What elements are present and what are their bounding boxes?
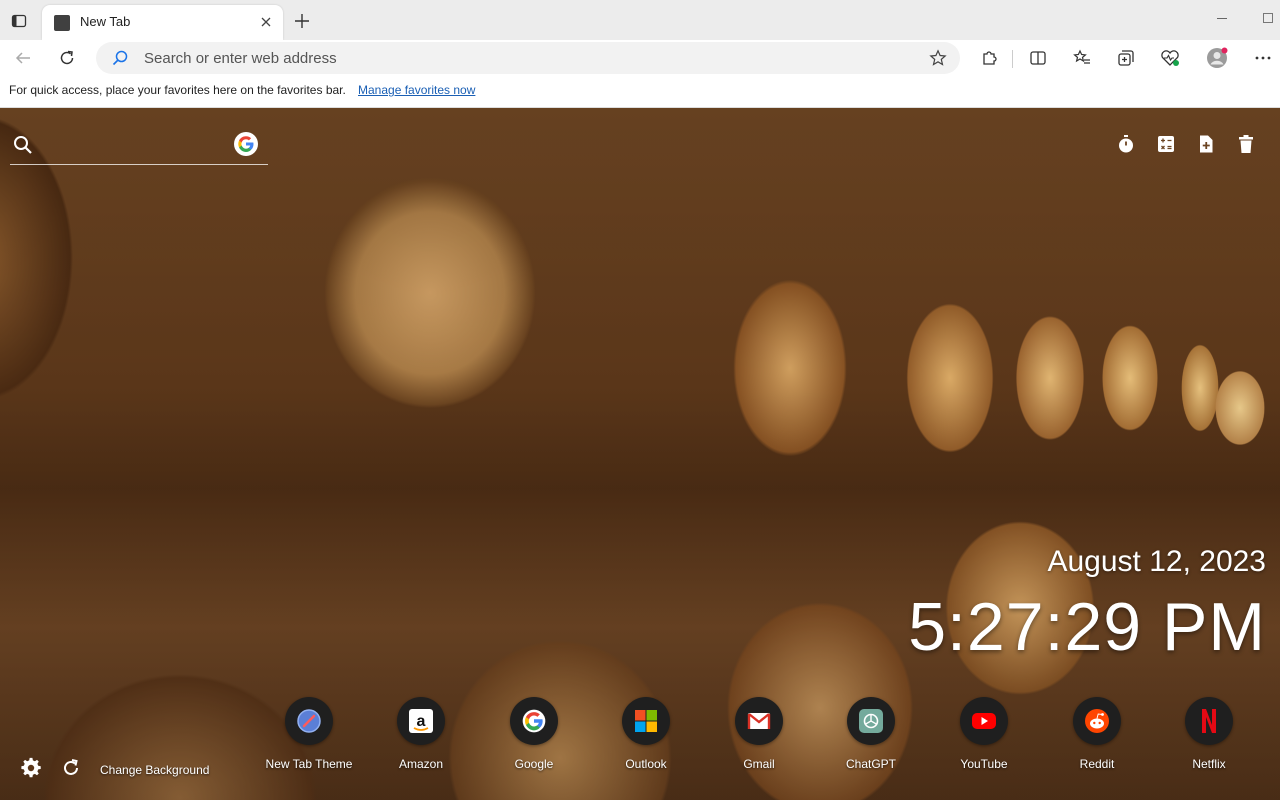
refresh-icon xyxy=(60,50,74,65)
tab-actions-icon xyxy=(11,14,27,28)
web-search-box[interactable] xyxy=(10,130,268,165)
close-icon xyxy=(261,17,271,27)
collections-button[interactable] xyxy=(1112,44,1140,72)
youtube-icon xyxy=(960,697,1008,745)
refresh-background-button[interactable] xyxy=(59,756,83,780)
clock-display: 5:27:29 PM xyxy=(908,589,1266,665)
refresh-button[interactable] xyxy=(53,44,81,72)
shortcut-label: ChatGPT xyxy=(845,757,896,771)
shortcut-gmail[interactable]: Gmail xyxy=(709,697,809,777)
google-icon[interactable] xyxy=(234,132,258,156)
delete-button[interactable] xyxy=(1234,132,1258,156)
google-icon xyxy=(510,697,558,745)
shortcut-label: Amazon xyxy=(398,757,444,771)
maximize-button[interactable] xyxy=(1256,10,1280,26)
calculator-button[interactable] xyxy=(1154,132,1178,156)
new-tab-theme-icon xyxy=(285,697,333,745)
shortcut-label: Netflix xyxy=(1192,757,1226,771)
toolbar-divider xyxy=(1012,50,1013,68)
shortcut-label: Reddit xyxy=(1079,757,1115,771)
back-arrow-icon xyxy=(15,52,30,64)
timer-icon xyxy=(1119,135,1133,153)
split-screen-icon xyxy=(1030,51,1046,65)
microsoft-icon xyxy=(622,697,670,745)
profile-button[interactable] xyxy=(1203,44,1231,72)
favorite-star-button[interactable] xyxy=(928,48,948,68)
new-tab-page: August 12, 2023 5:27:29 PM New Tab Theme… xyxy=(0,108,1280,800)
netflix-icon xyxy=(1185,697,1233,745)
tab-actions-button[interactable] xyxy=(6,8,32,34)
add-note-icon xyxy=(1200,135,1213,153)
svg-text:a: a xyxy=(417,713,426,730)
shortcut-new-tab-theme[interactable]: New Tab Theme xyxy=(259,697,359,777)
timer-button[interactable] xyxy=(1114,132,1138,156)
minimize-button[interactable] xyxy=(1208,10,1236,26)
puzzle-icon xyxy=(983,51,997,65)
tab-close-button[interactable] xyxy=(257,13,275,31)
refresh-icon xyxy=(64,759,78,775)
favorites-button[interactable] xyxy=(1068,44,1096,72)
new-tab-button[interactable] xyxy=(289,8,315,34)
web-search-input[interactable] xyxy=(42,134,232,156)
gmail-icon xyxy=(735,697,783,745)
calculator-icon xyxy=(1158,136,1174,152)
address-input[interactable] xyxy=(144,48,904,68)
favorites-bar: For quick access, place your favorites h… xyxy=(0,76,1280,108)
extensions-button[interactable] xyxy=(975,44,1003,72)
add-note-button[interactable] xyxy=(1194,132,1218,156)
collections-icon xyxy=(1118,50,1134,66)
toolbar xyxy=(0,40,1280,76)
chatgpt-icon xyxy=(847,697,895,745)
minimize-icon xyxy=(1217,17,1227,19)
shortcut-reddit[interactable]: Reddit xyxy=(1047,697,1147,777)
shortcut-label: Gmail xyxy=(743,757,775,771)
avatar-icon xyxy=(1207,47,1228,68)
date-display: August 12, 2023 xyxy=(1047,545,1266,578)
shortcut-label: Google xyxy=(514,757,554,771)
tab-favicon-icon xyxy=(54,15,70,31)
change-background-link[interactable]: Change Background xyxy=(100,763,209,777)
search-icon xyxy=(112,50,128,66)
shortcut-label: Outlook xyxy=(625,757,667,771)
star-icon xyxy=(929,49,947,66)
heart-pulse-icon xyxy=(1161,50,1179,66)
favorites-list-icon xyxy=(1073,49,1090,64)
gear-icon xyxy=(21,757,41,778)
split-screen-button[interactable] xyxy=(1024,44,1052,72)
address-bar[interactable] xyxy=(96,42,960,74)
more-horizontal-icon xyxy=(1255,56,1271,60)
shortcut-outlook[interactable]: Outlook xyxy=(596,697,696,777)
shortcut-youtube[interactable]: YouTube xyxy=(934,697,1034,777)
trash-icon xyxy=(1239,135,1253,153)
browser-essentials-button[interactable] xyxy=(1156,44,1184,72)
amazon-icon: a xyxy=(397,697,445,745)
settings-button[interactable] xyxy=(19,756,43,780)
back-button[interactable] xyxy=(9,44,37,72)
favorites-bar-hint: For quick access, place your favorites h… xyxy=(9,83,346,97)
shortcut-amazon[interactable]: a Amazon xyxy=(371,697,471,777)
shortcut-label: YouTube xyxy=(960,757,1008,771)
maximize-icon xyxy=(1263,13,1273,23)
tab-strip: New Tab xyxy=(0,0,1280,40)
search-icon xyxy=(14,136,32,154)
shortcut-google[interactable]: Google xyxy=(484,697,584,777)
tab-new-tab[interactable]: New Tab xyxy=(42,5,283,40)
shortcut-chatgpt[interactable]: ChatGPT xyxy=(821,697,921,777)
manage-favorites-link[interactable]: Manage favorites now xyxy=(358,83,475,97)
settings-more-button[interactable] xyxy=(1249,44,1277,72)
shortcut-netflix[interactable]: Netflix xyxy=(1159,697,1259,777)
shortcut-label: New Tab Theme xyxy=(265,757,353,771)
plus-icon xyxy=(295,14,309,28)
tab-title: New Tab xyxy=(80,14,131,29)
reddit-icon xyxy=(1073,697,1121,745)
